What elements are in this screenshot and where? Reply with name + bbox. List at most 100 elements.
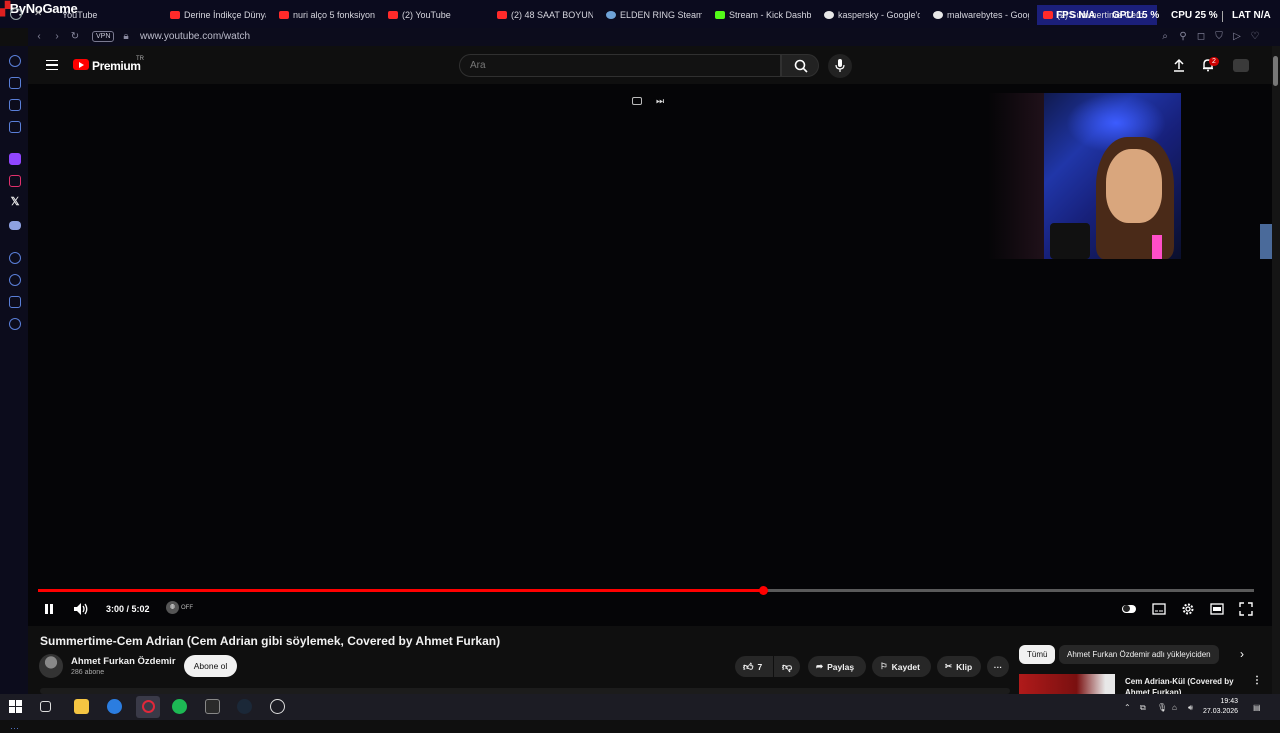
youtube-logo-icon[interactable] <box>73 59 89 70</box>
opera-gx-taskbar-active[interactable] <box>136 696 160 718</box>
twitch-icon[interactable] <box>9 153 21 165</box>
clip-button[interactable]: ✂︎ Klip <box>937 656 981 677</box>
forward-icon[interactable]: › <box>52 32 62 42</box>
edge-browser-icon[interactable] <box>107 699 122 714</box>
windows-start-icon[interactable] <box>8 699 23 714</box>
thumbs-down-icon: 👎︎ <box>782 661 793 673</box>
scrollbar-thumb[interactable] <box>1273 56 1278 86</box>
video-progress-bar[interactable] <box>38 586 1254 595</box>
zoom-icon[interactable]: ⌕ <box>1160 32 1170 42</box>
player-icon[interactable] <box>9 252 21 264</box>
progress-scrubber[interactable] <box>758 586 768 595</box>
tab-elden-ring[interactable]: ELDEN RING Steam'd <box>606 6 702 24</box>
cube-icon[interactable] <box>9 296 21 308</box>
task-view-icon[interactable] <box>40 701 51 712</box>
autoplay-toggle[interactable] <box>1122 605 1136 613</box>
google-favicon-icon <box>824 11 834 19</box>
tab-youtube-2[interactable]: (2) YouTube <box>388 6 484 24</box>
tray-wifi-icon[interactable]: ⌂ <box>1172 703 1177 712</box>
tray-volume-icon[interactable]: 🔊︎ <box>1188 703 1193 713</box>
x-twitter-icon[interactable]: 𝕏 <box>9 196 21 208</box>
file-explorer-icon[interactable] <box>74 699 89 714</box>
gx-corner-icon[interactable] <box>9 121 21 133</box>
subscribe-button[interactable]: Abone ol <box>184 655 237 677</box>
tab-malwarebytes[interactable]: malwarebytes - Goog <box>933 6 1029 24</box>
history-icon[interactable] <box>9 55 21 67</box>
browser-menu-icon[interactable] <box>10 8 22 20</box>
more-actions-button[interactable]: ··· <box>987 656 1009 677</box>
pause-icon[interactable] <box>42 602 56 616</box>
controller-icon[interactable] <box>9 99 21 111</box>
chip-all[interactable]: Tümü <box>1019 645 1056 664</box>
more-icon[interactable]: ··· <box>10 723 19 733</box>
account-avatar[interactable] <box>1233 59 1249 72</box>
discord-icon[interactable] <box>9 221 21 230</box>
tab-48-saat[interactable]: (2) 48 SAAT BOYUNC <box>497 6 593 24</box>
voice-search-button[interactable] <box>828 54 852 78</box>
tab-kick-dashboard[interactable]: Stream - Kick Dashb <box>715 6 811 24</box>
save-button[interactable]: ⚐ Kaydet <box>872 656 931 677</box>
snapshot-icon[interactable]: ◻ <box>1196 32 1206 42</box>
page-scrollbar[interactable] <box>1272 46 1280 694</box>
tab-kaspersky[interactable]: kaspersky - Google'd <box>824 6 920 24</box>
related-more-icon[interactable]: ⋮ <box>1252 675 1262 686</box>
channel-name[interactable]: Ahmet Furkan Özdemir <box>71 656 176 667</box>
tray-chevron-icon[interactable]: ⌃ <box>1124 703 1131 712</box>
settings-gear-icon[interactable] <box>1181 602 1195 616</box>
close-icon[interactable]: ✕ <box>34 8 42 19</box>
upload-icon[interactable] <box>1172 58 1186 72</box>
dislike-button[interactable]: 👎︎ <box>774 656 800 677</box>
like-button[interactable]: 👍︎ 7 <box>735 656 773 677</box>
latency-readout: LAT N/A <box>1232 10 1271 21</box>
epic-games-icon[interactable] <box>205 699 220 714</box>
obs-icon[interactable] <box>270 699 285 714</box>
search-button[interactable] <box>781 54 819 77</box>
theater-mode-icon[interactable] <box>1210 602 1224 616</box>
gpu-label: GPU <box>1112 10 1134 21</box>
instagram-icon[interactable] <box>9 175 21 187</box>
taskbar-clock[interactable]: 19:43 27.03.2026 <box>1203 697 1238 717</box>
spotify-icon[interactable] <box>172 699 187 714</box>
miniplayer-icon[interactable] <box>632 97 642 105</box>
play-icon[interactable]: ▷ <box>1232 32 1242 42</box>
shield-icon[interactable]: ⛉ <box>1214 32 1224 42</box>
skip-next-icon[interactable]: ⏭︎ <box>654 96 666 106</box>
tray-mic-icon[interactable]: 🎙︎ <box>1157 703 1167 712</box>
volume-icon[interactable] <box>73 602 89 616</box>
pin-icon[interactable]: ⚲ <box>1178 32 1188 42</box>
heart-icon[interactable]: ♡ <box>1250 32 1260 42</box>
related-video-title[interactable]: Cem Adrian-Kül (Covered by Ahmet Furkan) <box>1125 676 1243 696</box>
url-field[interactable]: www.youtube.com/watch <box>140 31 250 42</box>
bag-icon[interactable] <box>9 77 21 89</box>
clock-icon[interactable] <box>9 274 21 286</box>
vpn-badge[interactable]: VPN <box>92 31 115 42</box>
related-video-thumbnail[interactable] <box>1019 674 1115 696</box>
youtube-premium-label[interactable]: Premium <box>92 59 141 73</box>
chevron-right-icon[interactable]: › <box>1240 647 1244 661</box>
steam-icon[interactable] <box>237 699 252 714</box>
fullscreen-icon[interactable] <box>1239 602 1253 616</box>
tab-youtube[interactable]: YouTube <box>62 6 152 24</box>
tray-network-icon[interactable]: ⧉ <box>1140 703 1146 713</box>
youtube-favicon-icon <box>279 11 289 19</box>
lock-icon[interactable]: 🔒︎ <box>121 32 131 42</box>
back-icon[interactable]: ‹ <box>34 32 44 42</box>
settings-icon[interactable] <box>9 318 21 330</box>
tab-nuri-alco[interactable]: nuri alço 5 fonksiyon <box>279 6 375 24</box>
chip-from-uploader[interactable]: Ahmet Furkan Özdemir adlı yükleyiciden <box>1059 645 1219 664</box>
webcam-person-face <box>1106 149 1162 223</box>
menu-icon[interactable] <box>46 60 58 70</box>
share-button[interactable]: ➦ Paylaş <box>808 656 866 677</box>
notifications-center-icon[interactable]: ▤ <box>1253 703 1261 712</box>
channel-avatar[interactable] <box>39 654 63 678</box>
tab-derine-indikce[interactable]: Derine İndikçe Dünya <box>170 6 266 24</box>
search-input[interactable] <box>460 55 780 76</box>
lat-value: N/A <box>1253 10 1271 21</box>
country-code: TR <box>136 56 144 62</box>
video-player[interactable]: ⏭︎ 3:00 / 5:02 ◍ OFF <box>28 84 1272 626</box>
more-horizontal-icon: ··· <box>993 661 1003 672</box>
subtitles-icon[interactable] <box>1152 602 1166 616</box>
autodub-icon[interactable]: ◍ <box>166 601 179 614</box>
share-label: Paylaş <box>827 661 855 672</box>
reload-icon[interactable]: ↻ <box>70 32 80 42</box>
